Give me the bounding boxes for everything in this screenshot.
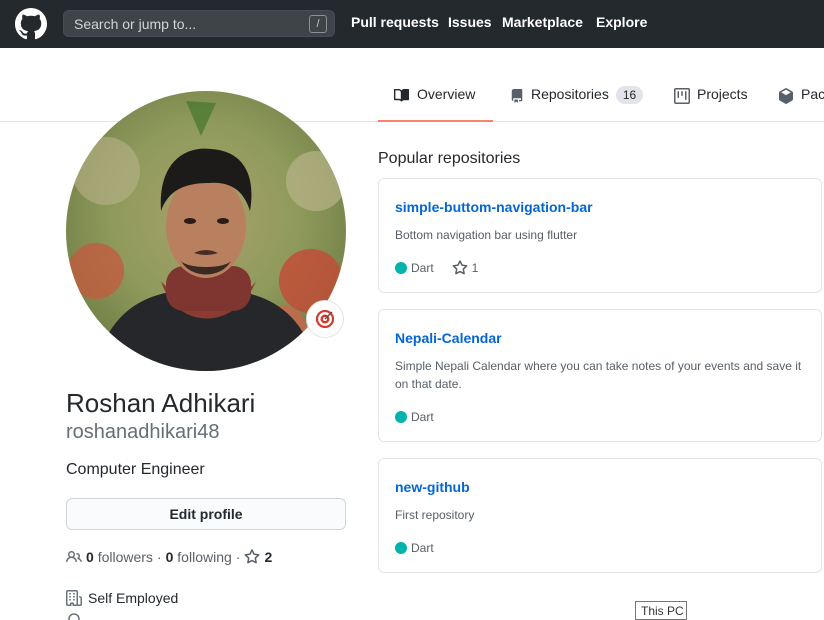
avatar-photo <box>66 91 346 371</box>
project-icon <box>674 88 690 104</box>
location-icon <box>68 613 80 620</box>
repo-stars-count: 1 <box>471 261 479 275</box>
repo-name-link[interactable]: simple-buttom-navigation-bar <box>395 199 593 215</box>
star-icon <box>452 260 468 275</box>
nav-marketplace[interactable]: Marketplace <box>502 14 583 30</box>
tab-packages[interactable]: Pac <box>778 86 824 122</box>
language-color-dot <box>395 542 407 554</box>
separator-dot: · <box>156 549 162 565</box>
repo-stars-link[interactable]: 1 <box>452 260 479 276</box>
repo-card: new-github First repository Dart <box>378 458 822 573</box>
following-label: following <box>177 549 232 565</box>
profile-full-name: Roshan Adhikari <box>66 388 256 418</box>
search-shortcut-badge: / <box>309 15 327 33</box>
location-icon-clipped <box>66 612 82 620</box>
repo-meta: Dart 1 <box>395 260 478 276</box>
follow-stats: 0 followers · 0 following · 2 <box>66 549 272 565</box>
status-emoji-button[interactable] <box>306 300 344 338</box>
tab-overview-label: Overview <box>417 86 476 102</box>
repo-name-link[interactable]: Nepali-Calendar <box>395 330 502 346</box>
following-count: 0 <box>165 549 174 565</box>
tab-overview[interactable]: Overview <box>378 86 493 122</box>
repo-name-link[interactable]: new-github <box>395 479 470 495</box>
tab-repositories[interactable]: Repositories 16 <box>510 86 644 122</box>
people-icon <box>66 550 82 563</box>
popular-repositories-title: Popular repositories <box>378 150 521 167</box>
repo-description: First repository <box>395 508 475 522</box>
profile-username: roshanadhikari48 <box>66 421 220 443</box>
followers-count: 0 <box>86 549 94 565</box>
organization-icon <box>66 590 82 606</box>
stars-link[interactable]: 2 <box>244 549 272 565</box>
tab-projects[interactable]: Projects <box>674 86 748 122</box>
tab-packages-label: Pac <box>801 86 824 102</box>
followers-label: followers <box>97 549 153 565</box>
repo-description: Simple Nepali Calendar where you can tak… <box>395 359 802 391</box>
stars-count: 2 <box>264 549 273 565</box>
repo-card: Nepali-Calendar Simple Nepali Calendar w… <box>378 309 822 442</box>
separator-dot: · <box>235 549 241 565</box>
nav-issues[interactable]: Issues <box>448 14 492 30</box>
tab-projects-label: Projects <box>697 86 748 102</box>
profile-company: Self Employed <box>66 590 178 606</box>
language-color-dot <box>395 262 407 274</box>
repo-icon <box>511 89 523 103</box>
github-logo-icon[interactable] <box>15 8 47 40</box>
followers-link[interactable]: 0 followers <box>86 549 153 565</box>
repositories-count-badge: 16 <box>615 86 644 104</box>
repo-meta: Dart <box>395 410 434 424</box>
repo-language: Dart <box>411 261 434 275</box>
language-color-dot <box>395 411 407 423</box>
repo-card: simple-buttom-navigation-bar Bottom navi… <box>378 178 822 293</box>
repo-meta: Dart <box>395 541 434 555</box>
os-tooltip: This PC <box>635 601 687 620</box>
nav-pull-requests[interactable]: Pull requests <box>351 14 439 30</box>
edit-profile-button[interactable]: Edit profile <box>66 498 346 530</box>
nav-explore[interactable]: Explore <box>596 14 647 30</box>
direct-hit-icon <box>316 310 334 328</box>
package-icon <box>779 88 793 104</box>
search-box: / <box>63 10 335 37</box>
top-header: / Pull requests Issues Marketplace Explo… <box>0 0 824 48</box>
star-icon <box>245 549 260 564</box>
profile-bio: Computer Engineer <box>66 461 205 478</box>
tab-repositories-label: Repositories <box>531 86 609 102</box>
following-link[interactable]: 0 following <box>166 549 232 565</box>
repo-description: Bottom navigation bar using flutter <box>395 228 578 242</box>
search-input[interactable] <box>74 15 304 33</box>
avatar[interactable] <box>66 91 346 371</box>
repo-language: Dart <box>411 541 434 555</box>
company-label: Self Employed <box>88 590 179 606</box>
repo-language: Dart <box>411 410 434 424</box>
book-icon <box>394 88 410 102</box>
